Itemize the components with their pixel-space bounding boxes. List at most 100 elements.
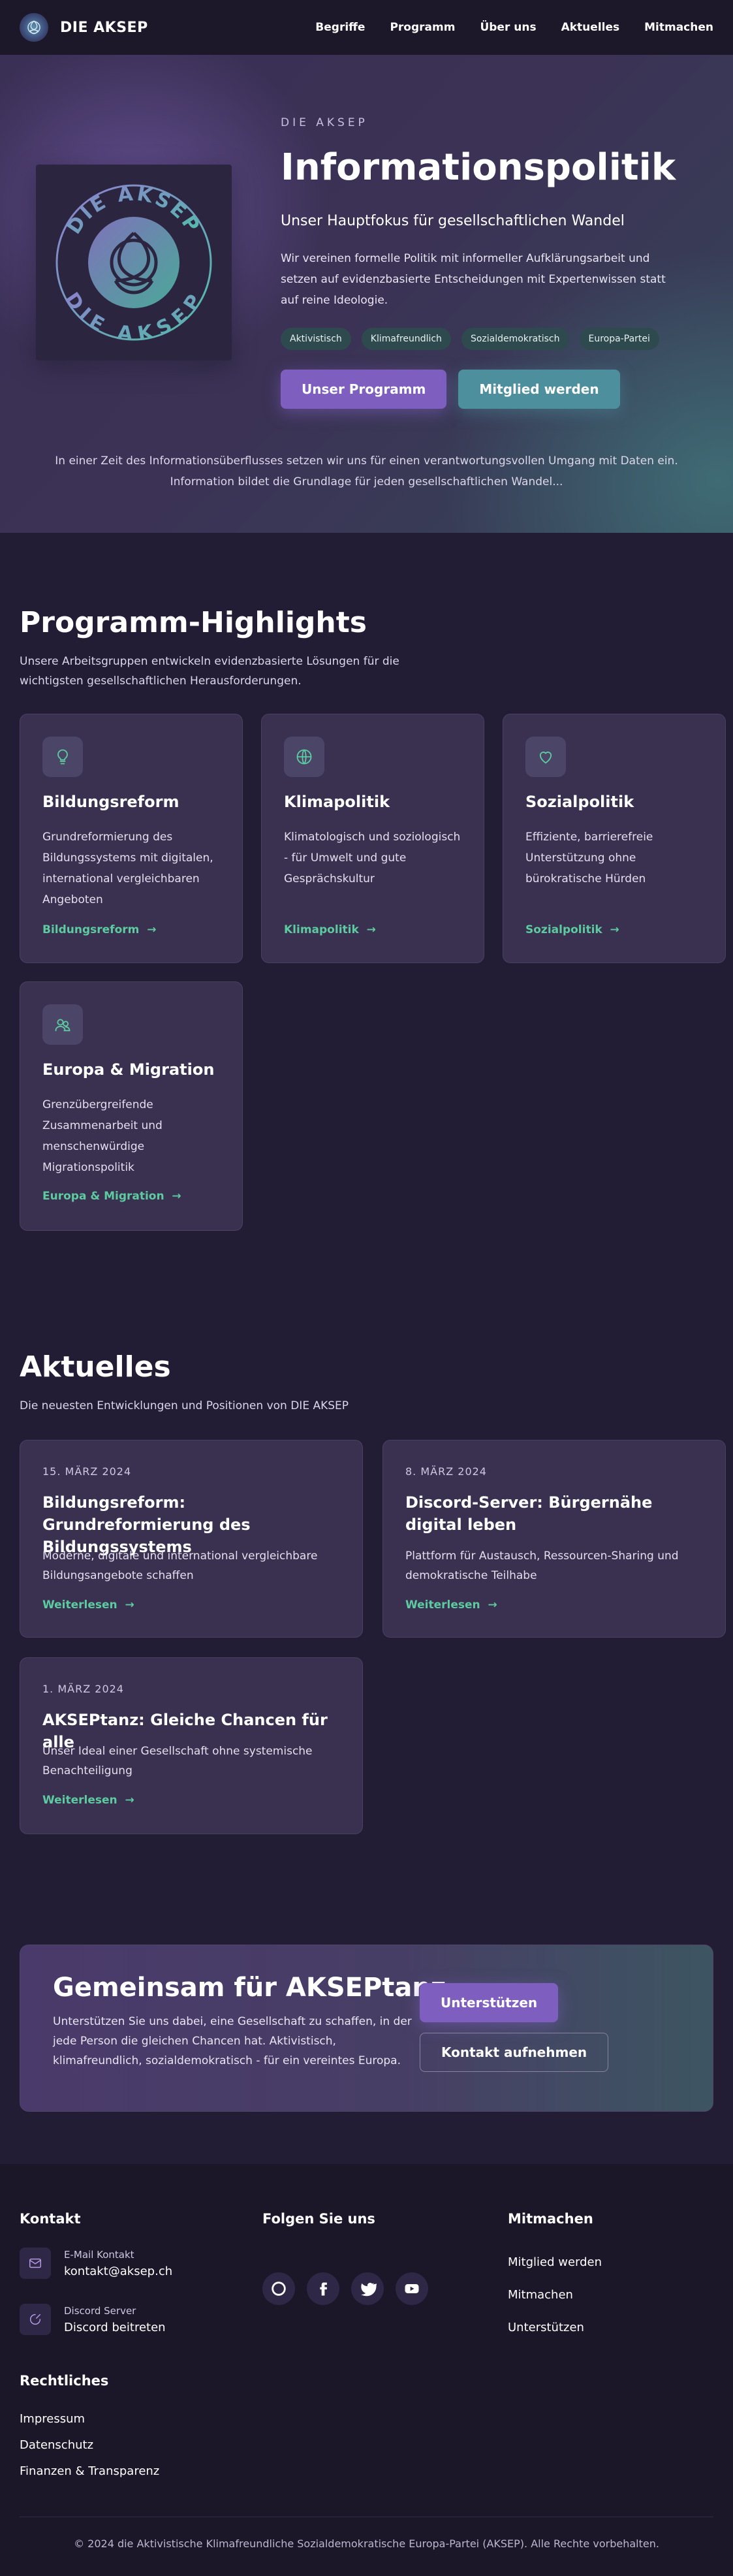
program-card-link[interactable]: Klimapolitik → xyxy=(284,923,376,936)
program-card-text: Grenzübergreifende Zusammenarbeit und me… xyxy=(42,1098,163,1174)
news-card[interactable]: 15. MÄRZ 2024 Bildungsreform: Grundrefor… xyxy=(20,1440,363,1638)
footer-link-datenschutz[interactable]: Datenschutz xyxy=(20,2438,93,2452)
footer-link-finanzen[interactable]: Finanzen & Transparenz xyxy=(20,2464,159,2478)
program-icon-box xyxy=(42,1004,83,1045)
footer-link-unterstuetzen[interactable]: Unterstützen xyxy=(508,2321,584,2334)
footer-link-impressum[interactable]: Impressum xyxy=(20,2412,85,2426)
news-read-more-link[interactable]: Weiterlesen → xyxy=(405,1598,497,1612)
heart-icon xyxy=(539,752,552,764)
program-card-europa[interactable]: Europa & Migration Grenzübergreifende Zu… xyxy=(20,981,243,1231)
program-card-title: Europa & Migration xyxy=(42,1060,215,1079)
nav-link-begriffe[interactable]: Begriffe xyxy=(315,21,365,34)
youtube-link[interactable] xyxy=(396,2272,428,2305)
program-subtitle: Unsere Arbeitsgruppen entwickeln evidenz… xyxy=(20,652,399,691)
program-title: Programm-Highlights xyxy=(20,606,367,639)
arrow-right-icon: → xyxy=(606,923,619,936)
brand-name[interactable]: DIE AKSEP xyxy=(60,20,148,36)
program-card-text: Effiziente, barrierefreie Unterstützung … xyxy=(525,831,653,885)
footer-join-title: Mitmachen xyxy=(508,2211,593,2227)
nav-link-mitmachen[interactable]: Mitmachen xyxy=(644,21,713,34)
program-subtitle-line: wichtigsten gesellschaftlichen Herausfor… xyxy=(20,675,302,688)
program-card-link[interactable]: Sozialpolitik → xyxy=(525,923,619,936)
discord-label: Discord Server xyxy=(64,2305,136,2317)
program-card-sozial[interactable]: Sozialpolitik Effiziente, barrierefreie … xyxy=(503,714,726,963)
cta-title: Gemeinsam für AKSEPtanz xyxy=(53,1973,446,2003)
news-card[interactable]: 1. MÄRZ 2024 AKSEPtanz: Gleiche Chancen … xyxy=(20,1657,363,1834)
nav-link-ueber-uns[interactable]: Über uns xyxy=(480,21,536,34)
tag-aktivistisch: Aktivistisch xyxy=(281,328,351,350)
program-card-title: Klimapolitik xyxy=(284,793,390,811)
program-card-link-label: Europa & Migration xyxy=(42,1190,164,1203)
nav-link-programm[interactable]: Programm xyxy=(390,21,455,34)
tag-sozialdemokratisch: Sozialdemokratisch xyxy=(461,328,569,350)
program-card-title: Sozialpolitik xyxy=(525,793,634,811)
logo[interactable] xyxy=(20,13,48,42)
program-card-link-label: Bildungsreform xyxy=(42,923,140,936)
news-read-more-link[interactable]: Weiterlesen → xyxy=(42,1794,134,1807)
hero-subtitle: Unser Hauptfokus für gesellschaftlichen … xyxy=(281,213,625,229)
program-card-klima[interactable]: Klimapolitik Klimatologisch und soziolog… xyxy=(261,714,484,963)
footer-discord-icon-box xyxy=(20,2304,51,2335)
arrow-right-icon: → xyxy=(484,1598,497,1612)
copyright: © 2024 die Aktivistische Klimafreundlich… xyxy=(74,2537,659,2550)
program-card-link[interactable]: Bildungsreform → xyxy=(42,923,156,936)
news-title: Aktuelles xyxy=(20,1350,171,1384)
email-link[interactable]: kontakt@aksep.ch xyxy=(64,2265,172,2278)
people-icon xyxy=(55,1019,70,1032)
hero-description: Wir vereinen formelle Politik mit inform… xyxy=(281,252,666,307)
program-card-link-label: Sozialpolitik xyxy=(525,923,602,936)
globe-icon xyxy=(296,749,312,765)
footer-link-mitmachen[interactable]: Mitmachen xyxy=(508,2288,573,2302)
lightbulb-icon xyxy=(57,749,68,765)
hero-buttons: Unser Programm Mitglied werden xyxy=(281,370,620,409)
program-card-bildung[interactable]: Bildungsreform Grundreformierung des Bil… xyxy=(20,714,243,963)
program-icon-box xyxy=(525,737,566,777)
triquetra-icon xyxy=(27,20,40,35)
facebook-link[interactable] xyxy=(307,2272,339,2305)
cta-banner: Gemeinsam für AKSEPtanz Unterstützen Sie… xyxy=(20,1945,713,2112)
hero-intro-line: In einer Zeit des Informationsüberflusse… xyxy=(55,454,678,468)
twitter-icon xyxy=(361,2282,377,2297)
youtube-icon xyxy=(405,2284,419,2293)
twitter-link[interactable] xyxy=(351,2272,384,2305)
kontakt-aufnehmen-button[interactable]: Kontakt aufnehmen xyxy=(420,2033,609,2072)
nav-link-aktuelles[interactable]: Aktuelles xyxy=(561,21,620,34)
program-card-link[interactable]: Europa & Migration → xyxy=(42,1190,181,1203)
discord-link[interactable]: Discord beitreten xyxy=(64,2321,166,2334)
news-subtitle: Die neuesten Entwicklungen und Positione… xyxy=(20,1399,349,1412)
program-card-link-label: Klimapolitik xyxy=(284,923,359,936)
footer: Kontakt E-Mail Kontakt kontakt@aksep.ch … xyxy=(0,2164,733,2576)
arrow-right-icon: → xyxy=(121,1598,134,1612)
news-date: 15. MÄRZ 2024 xyxy=(42,1465,132,1478)
news-read-more-link[interactable]: Weiterlesen → xyxy=(42,1598,134,1612)
top-navigation: DIE AKSEP Begriffe Programm Über uns Akt… xyxy=(0,0,733,55)
program-card-text: Grundreformierung des Bildungssystems mi… xyxy=(42,831,213,906)
program-card-text: Klimatologisch und soziologisch - für Um… xyxy=(284,831,461,885)
mitglied-werden-button[interactable]: Mitglied werden xyxy=(458,370,620,409)
discord-icon xyxy=(29,2314,41,2325)
program-icon-box xyxy=(42,737,83,777)
mail-icon xyxy=(29,2258,41,2268)
news-card-text: Plattform für Austausch, Ressourcen-Shar… xyxy=(405,1550,679,1582)
arrow-right-icon: → xyxy=(362,923,376,936)
read-more-label: Weiterlesen xyxy=(42,1598,117,1612)
unterstuetzen-button[interactable]: Unterstützen xyxy=(420,1983,559,2022)
program-icon-box xyxy=(284,737,324,777)
arrow-right-icon: → xyxy=(168,1190,181,1203)
footer-link-mitglied-werden[interactable]: Mitglied werden xyxy=(508,2255,602,2269)
program-card-title: Bildungsreform xyxy=(42,793,179,811)
footer-email-icon-box xyxy=(20,2248,51,2279)
footer-social-title: Folgen Sie uns xyxy=(262,2211,375,2227)
read-more-label: Weiterlesen xyxy=(405,1598,480,1612)
arrow-right-icon: → xyxy=(121,1794,134,1807)
footer-contact-title: Kontakt xyxy=(20,2211,81,2227)
news-card[interactable]: 8. MÄRZ 2024 Discord-Server: Bürgernähe … xyxy=(382,1440,726,1638)
hero-intro-line: Information bildet die Grundlage für jed… xyxy=(170,475,563,488)
github-link[interactable] xyxy=(262,2272,295,2305)
programm-button[interactable]: Unser Programm xyxy=(281,370,447,409)
news-date: 1. MÄRZ 2024 xyxy=(42,1683,124,1695)
hero-section: DIE AKSEP DIE AKSEP DIE AKSEP Informatio… xyxy=(0,55,733,533)
tag-europa-partei: Europa-Partei xyxy=(579,328,659,350)
emblem-graphic: DIE AKSEP DIE AKSEP xyxy=(55,182,212,346)
github-icon xyxy=(272,2282,286,2296)
